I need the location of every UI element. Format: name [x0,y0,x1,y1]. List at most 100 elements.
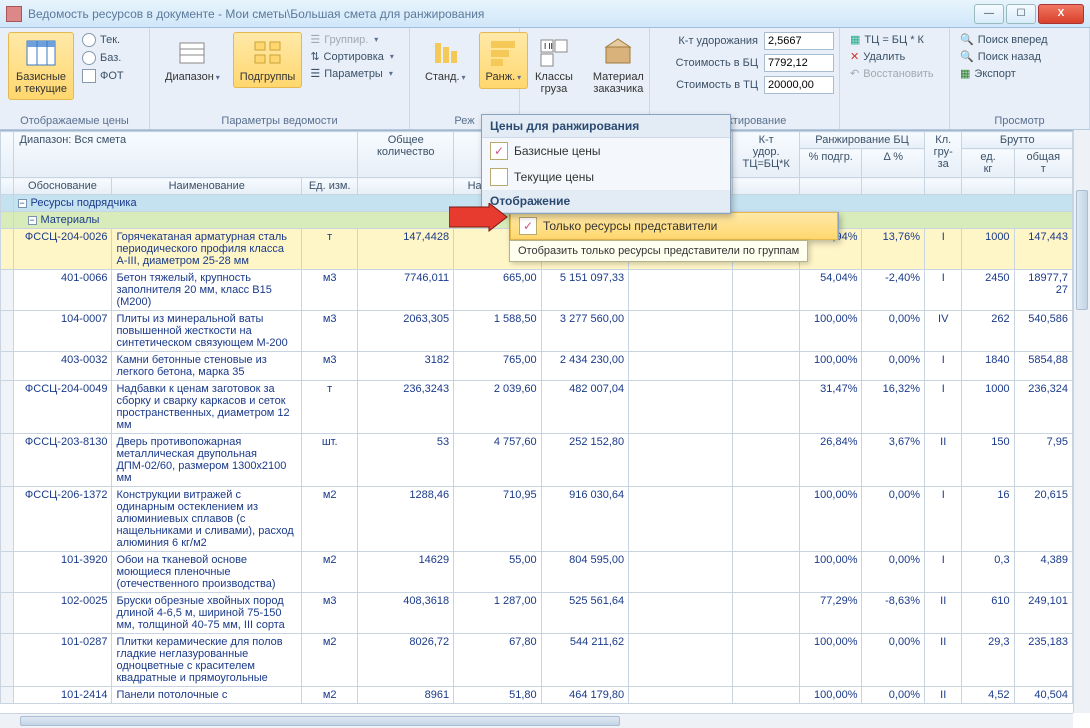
cell-ed: 0,3 [962,552,1014,593]
fot-checkbox[interactable]: ФОТ [80,68,126,84]
cell-pp: 100,00% [799,311,862,352]
unit-header[interactable]: Ед. изм. [302,178,358,195]
table-row[interactable]: 403-0032Камни бетонные стеновые из легко… [1,352,1073,381]
cell-ot: 18977,7 27 [1014,270,1072,311]
cell-qty: 2063,305 [358,311,454,352]
params-button[interactable]: ☰Параметры▾ [308,66,396,81]
tooltip: Отобразить только ресурсы представители … [509,240,808,262]
cargo-classes-button[interactable]: I II Классы груза [528,32,580,100]
table-row[interactable]: 101-2414Панели потолочные см2896151,8046… [1,687,1073,704]
ot-header[interactable]: общая т [1014,149,1072,178]
cell-dp: 13,76% [862,229,925,270]
delete-button[interactable]: ✕Удалить [848,49,936,64]
cell-pp: 100,00% [799,552,862,593]
cell-pu: 67,80 [454,634,542,687]
popup-section-prices: Цены для ранжирования [482,115,730,138]
check-icon: ✓ [490,142,508,160]
standard-mode-button[interactable]: Станд.▾ [418,32,473,89]
cell-dp: 0,00% [862,552,925,593]
cell-name: Плиты из минеральной ваты повышенной жес… [112,311,302,352]
ku-header[interactable]: К-т удор. ТЦ=БЦ*К [733,132,800,178]
cell-tot: 5 151 097,33 [541,270,629,311]
range-header[interactable]: Диапазон: Вся смета [13,132,358,178]
radio-icon [82,51,96,65]
dp-header[interactable]: Δ % [862,149,925,178]
customer-material-button[interactable]: Материал заказчика [586,32,651,100]
titlebar: Ведомость ресурсов в документе - Мои сме… [0,0,1090,28]
search-back-button[interactable]: 🔍Поиск назад [958,49,1050,64]
vertical-scrollbar[interactable] [1073,130,1090,713]
cell-ob: ФССЦ-204-0026 [13,229,112,270]
params-icon: ☰ [310,67,320,80]
edkg-header[interactable]: ед. кг [962,149,1014,178]
cell-ed: 16 [962,487,1014,552]
pp-header[interactable]: % подгр. [799,149,862,178]
cell-unit: м2 [302,687,358,704]
kt-input[interactable] [764,32,834,50]
cell-ku [733,311,800,352]
rank-header[interactable]: Ранжирование БЦ [799,132,924,149]
export-button[interactable]: ▦Экспорт [958,66,1050,81]
cell-qty: 7746,011 [358,270,454,311]
range-button[interactable]: Диапазон▾ [158,32,227,89]
table-row[interactable]: 401-0066Бетон тяжелый, крупность заполни… [1,270,1073,311]
cell-unit: м2 [302,487,358,552]
cell-ob: ФССЦ-206-1372 [13,487,112,552]
cell-extra [629,381,733,434]
minimize-button[interactable]: — [974,4,1004,24]
current-prices-radio[interactable]: Тек. [80,32,126,48]
restore-icon: ↶ [850,67,859,80]
close-button[interactable]: X [1038,4,1084,24]
brutto-header[interactable]: Брутто [962,132,1073,149]
cell-pu: 51,80 [454,687,542,704]
table-row[interactable]: 101-0287Плитки керамические для полов гл… [1,634,1073,687]
collapse-icon[interactable]: − [28,216,37,225]
name-header[interactable]: Наименование [112,178,302,195]
cell-pu: 1 588,50 [454,311,542,352]
current-prices-option[interactable]: Текущие цены [482,164,730,190]
cell-qty: 8026,72 [358,634,454,687]
cell-kg: I [924,487,962,552]
cell-ed: 1000 [962,229,1014,270]
cost-tc-input[interactable] [764,76,834,94]
base-prices-radio[interactable]: Баз. [80,50,126,66]
sort-button[interactable]: ⇅Сортировка▾ [308,49,396,64]
scrollbar-thumb[interactable] [20,716,620,726]
subgroups-icon [252,37,284,69]
kg-header[interactable]: Кл. гру- за [924,132,962,178]
maximize-button[interactable]: ☐ [1006,4,1036,24]
table-row[interactable]: 102-0025Бруски обрезные хвойных пород дл… [1,593,1073,634]
app-icon [6,6,22,22]
subgroups-button[interactable]: Подгруппы [233,32,303,88]
cell-extra [629,311,733,352]
table-row[interactable]: 101-3920Обои на тканевой основе моющиеся… [1,552,1073,593]
cell-unit: м3 [302,270,358,311]
table-row[interactable]: ФССЦ-206-1372Конструкции витражей с один… [1,487,1073,552]
ob-header[interactable]: Обоснование [13,178,112,195]
prices-base-current-button[interactable]: Базисные и текущие [8,32,74,100]
cell-ot: 235,183 [1014,634,1072,687]
cell-tot: 3 277 560,00 [541,311,629,352]
base-prices-option[interactable]: ✓Базисные цены [482,138,730,164]
cost-bc-input[interactable] [764,54,834,72]
cell-pu: 765,00 [454,352,542,381]
search-back-icon: 🔍 [960,50,974,63]
cell-extra [629,552,733,593]
horizontal-scrollbar[interactable] [0,713,1073,728]
cell-ku [733,381,800,434]
cell-ob: 403-0032 [13,352,112,381]
table-row[interactable]: 104-0007Плиты из минеральной ваты повыше… [1,311,1073,352]
representatives-only-option[interactable]: ✓Только ресурсы представители [510,212,838,240]
search-forward-button[interactable]: 🔍Поиск вперед [958,32,1050,47]
collapse-icon[interactable]: − [18,199,27,208]
table-row[interactable]: ФССЦ-204-0049Надбавки к ценам заготовок … [1,381,1073,434]
cell-tot: 252 152,80 [541,434,629,487]
table-row[interactable]: ФССЦ-203-8130Дверь противопожарная метал… [1,434,1073,487]
qty-header[interactable]: Общее количество [358,132,454,178]
cell-kg: I [924,270,962,311]
popup-section-display: Отображение [482,190,730,213]
tc-bc-k-button[interactable]: ▦ТЦ = БЦ * К [848,32,936,47]
cell-pp: 26,84% [799,434,862,487]
cell-pp: 100,00% [799,487,862,552]
scrollbar-thumb[interactable] [1076,190,1088,310]
